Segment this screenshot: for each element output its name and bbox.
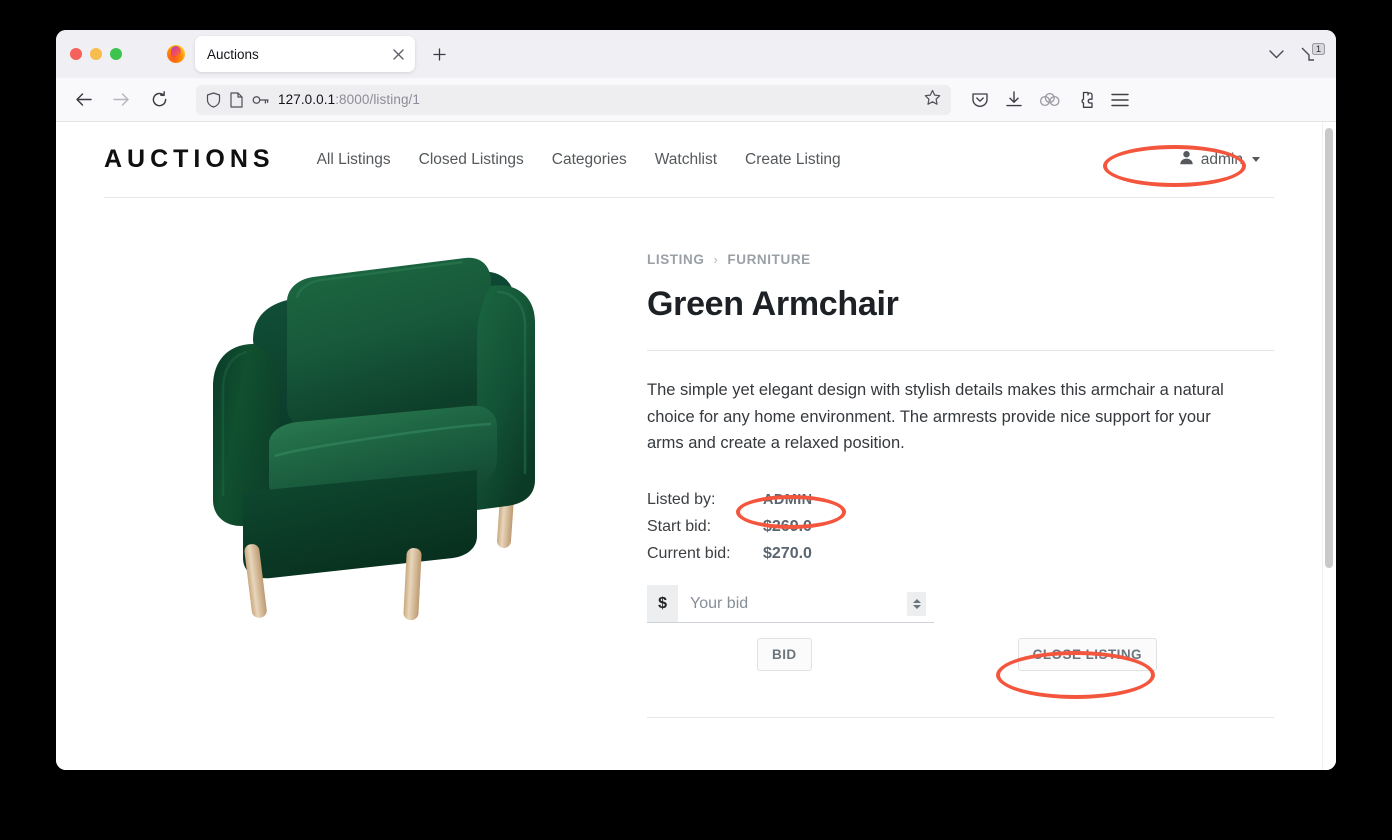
new-tab-button[interactable] <box>425 40 453 68</box>
current-bid-label: Current bid: <box>647 545 731 563</box>
auctions-site: AUCTIONS All Listings Closed Listings Ca… <box>56 122 1336 719</box>
brand-logo[interactable]: AUCTIONS <box>104 145 275 174</box>
product-image-container <box>104 244 609 718</box>
url-host: 127.0.0.1 <box>278 92 336 107</box>
number-spinner-icon[interactable] <box>907 591 926 616</box>
minimize-window-button[interactable] <box>90 48 102 60</box>
key-icon[interactable] <box>252 93 269 107</box>
maximize-window-button[interactable] <box>110 48 122 60</box>
nav-link-closed-listings[interactable]: Closed Listings <box>405 145 538 175</box>
user-menu-label: admin <box>1200 150 1243 168</box>
listed-by-label: Listed by: <box>647 491 716 509</box>
extensions-icon[interactable] <box>1077 91 1095 109</box>
tab-strip: Auctions 1 <box>56 30 1336 78</box>
page-icon[interactable] <box>230 91 243 108</box>
detail-row-current-bid: Current bid: $270.0 <box>647 545 1274 563</box>
current-bid-value: $270.0 <box>763 545 812 563</box>
product-detail: LISTING › FURNITURE Green Armchair The s… <box>609 244 1274 719</box>
currency-prefix: $ <box>647 585 679 623</box>
browser-window: Auctions 1 127.0.0.1:8000/listing/1 AUCT… <box>56 30 1336 770</box>
back-arrow-icon[interactable] <box>68 85 98 115</box>
person-icon <box>1179 150 1194 170</box>
listed-by-value: ADMIN <box>763 492 813 509</box>
chevron-down-icon <box>1252 157 1260 162</box>
page-title: Green Armchair <box>647 285 899 323</box>
container-tabs-icon[interactable] <box>1039 92 1061 107</box>
url-path: :8000/listing/1 <box>335 92 421 107</box>
spinner-down-arrow[interactable] <box>912 604 921 609</box>
detail-row-listed-by: Listed by: ADMIN <box>647 491 1274 509</box>
page-viewport: AUCTIONS All Listings Closed Listings Ca… <box>56 122 1336 770</box>
firefox-logo-icon <box>167 45 185 63</box>
window-controls <box>70 48 122 60</box>
main-navigation: All Listings Closed Listings Categories … <box>303 145 855 175</box>
spinner-up-arrow[interactable] <box>912 598 921 603</box>
close-listing-button[interactable]: CLOSE LISTING <box>1017 638 1157 672</box>
tab-close-icon[interactable] <box>387 43 409 65</box>
reload-icon[interactable] <box>144 85 174 115</box>
scrollbar-track[interactable] <box>1322 122 1336 770</box>
green-armchair-photo <box>212 257 535 621</box>
list-all-tabs-icon[interactable]: 1 <box>1300 42 1325 66</box>
bid-input-group: $ <box>647 585 934 624</box>
nav-link-create-listing[interactable]: Create Listing <box>731 145 855 175</box>
product-description: The simple yet elegant design with styli… <box>647 381 1224 453</box>
bid-form: $ <box>647 585 934 624</box>
bid-button[interactable]: BID <box>757 638 812 672</box>
close-window-button[interactable] <box>70 48 82 60</box>
chair-back-cushion <box>286 257 491 429</box>
breadcrumb-category[interactable]: FURNITURE <box>727 252 810 267</box>
forward-arrow-icon[interactable] <box>106 85 136 115</box>
bid-input[interactable] <box>678 585 908 623</box>
nav-link-watchlist[interactable]: Watchlist <box>641 145 731 175</box>
shield-icon[interactable] <box>206 91 221 108</box>
title-divider <box>647 350 1274 351</box>
tab-strip-controls: 1 <box>1269 30 1325 78</box>
download-icon[interactable] <box>1005 90 1023 109</box>
breadcrumb-separator-icon: › <box>713 252 719 267</box>
user-menu-button[interactable]: admin <box>1171 146 1268 174</box>
action-row: BID CLOSE LISTING <box>647 638 1225 672</box>
detail-row-start-bid: Start bid: $269.0 <box>647 518 1274 536</box>
url-text: 127.0.0.1:8000/listing/1 <box>278 92 420 107</box>
scrollbar-thumb[interactable] <box>1325 128 1333 568</box>
toolbar-actions <box>971 90 1129 109</box>
hamburger-menu-icon[interactable] <box>1111 93 1129 107</box>
site-header: AUCTIONS All Listings Closed Listings Ca… <box>104 122 1274 198</box>
nav-link-all-listings[interactable]: All Listings <box>303 145 405 175</box>
breadcrumb: LISTING › FURNITURE <box>647 252 1274 267</box>
start-bid-label: Start bid: <box>647 518 712 536</box>
listing-content: LISTING › FURNITURE Green Armchair The s… <box>104 198 1274 719</box>
browser-tab[interactable]: Auctions <box>195 36 415 72</box>
pocket-save-icon[interactable] <box>971 91 989 109</box>
start-bid-value: $269.0 <box>763 518 812 536</box>
chevron-down-icon[interactable] <box>1269 47 1284 62</box>
svg-text:1: 1 <box>1316 44 1321 54</box>
bookmark-star-icon[interactable] <box>924 89 941 110</box>
tab-title: Auctions <box>207 46 259 62</box>
breadcrumb-root[interactable]: LISTING <box>647 252 704 267</box>
nav-link-categories[interactable]: Categories <box>538 145 641 175</box>
user-menu-container: admin <box>1171 146 1274 174</box>
url-bar[interactable]: 127.0.0.1:8000/listing/1 <box>196 84 951 115</box>
bottom-divider <box>647 717 1274 719</box>
navigation-toolbar: 127.0.0.1:8000/listing/1 <box>56 78 1336 122</box>
